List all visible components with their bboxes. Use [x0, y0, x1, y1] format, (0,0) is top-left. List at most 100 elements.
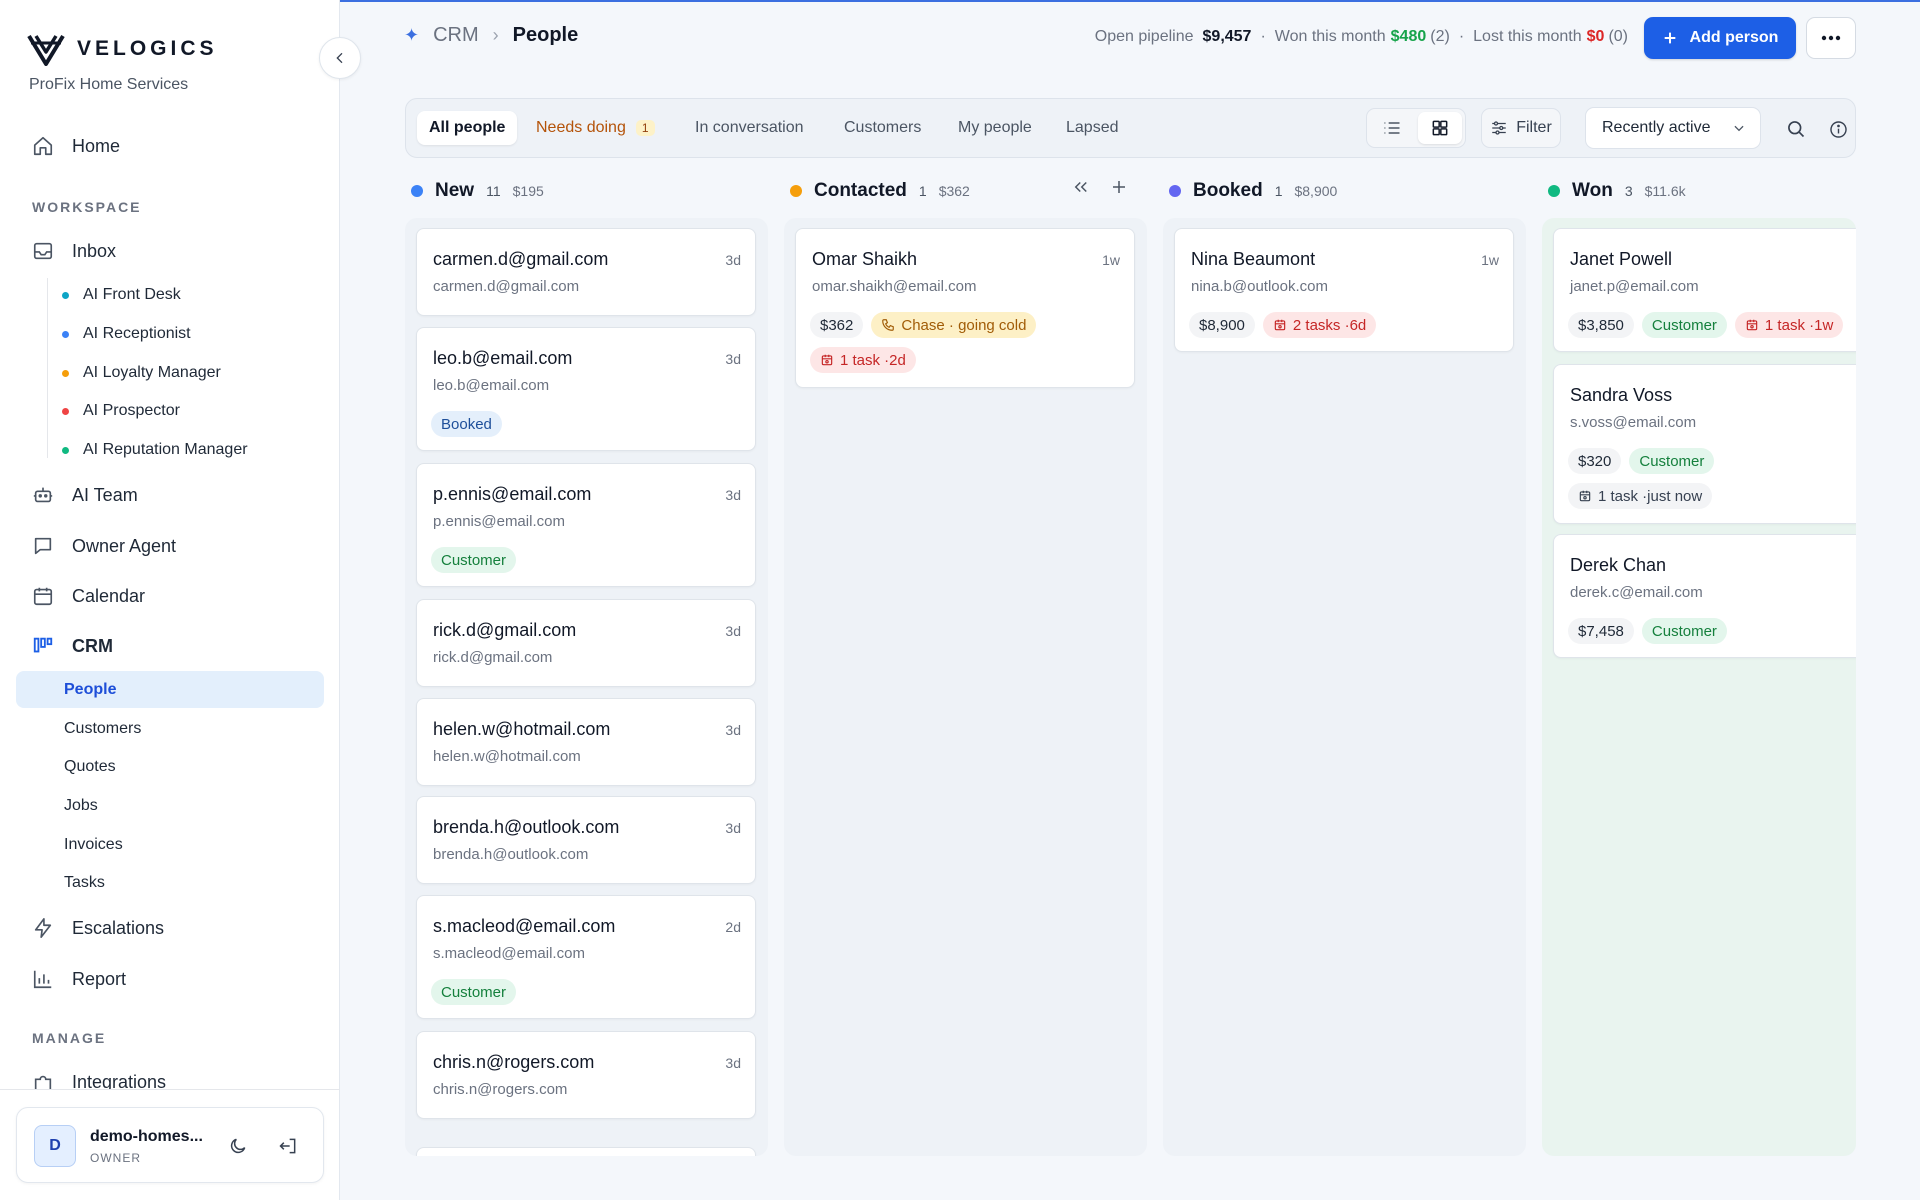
person-card[interactable]: v.tremblay@gmail.com3d: [416, 1147, 756, 1156]
collapse-sidebar-button[interactable]: [319, 37, 361, 79]
nav-crm-invoices[interactable]: Invoices: [64, 833, 123, 857]
tab-in-conversation[interactable]: In conversation: [683, 111, 816, 145]
sidebar-divider: [0, 1089, 340, 1090]
nav-agent-prospector[interactable]: AI Prospector: [62, 399, 180, 423]
person-card[interactable]: chris.n@rogers.com chris.n@rogers.com 3d: [416, 1031, 756, 1119]
person-card[interactable]: p.ennis@email.com p.ennis@email.com 3d Cust…: [416, 463, 756, 587]
person-card[interactable]: leo.b@email.com leo.b@email.com 3d Booked: [416, 327, 756, 451]
nav-owner-agent[interactable]: Owner Agent: [32, 529, 176, 563]
nav-crm-customers[interactable]: Customers: [64, 717, 141, 741]
last-activity-age: 3d: [725, 623, 741, 639]
logout-button[interactable]: [274, 1132, 302, 1160]
view-toggle: [1366, 108, 1466, 148]
info-button[interactable]: [1825, 116, 1851, 142]
collapse-column-button[interactable]: [1072, 178, 1090, 196]
tab-lapsed[interactable]: Lapsed: [1054, 111, 1131, 145]
user-role: OWNER: [90, 1151, 141, 1165]
sort-value: Recently active: [1602, 119, 1711, 136]
won-label: Won this month: [1274, 28, 1386, 45]
velogics-logo-icon: [27, 34, 65, 66]
nav-integrations-label: Integrations: [72, 1072, 167, 1089]
nav-crm-tasks[interactable]: Tasks: [64, 871, 105, 895]
chat-bubble-icon: [34, 537, 52, 555]
separator-dot: ·: [1458, 28, 1465, 45]
tab-customers[interactable]: Customers: [832, 111, 933, 145]
column-amount: $8,900: [1294, 183, 1338, 199]
user-card[interactable]: D demo-homes... OWNER: [16, 1107, 324, 1183]
person-card[interactable]: brenda.h@outlook.com brenda.h@outlook.com…: [416, 796, 756, 884]
nav-agent-label: AI Front Desk: [83, 286, 181, 303]
tab-all-people[interactable]: All people: [417, 111, 518, 145]
person-card[interactable]: helen.w@hotmail.com helen.w@hotmail.com 3d: [416, 698, 756, 786]
person-card[interactable]: Omar Shaikh omar.shaikh@email.com 1w $362 Ch…: [795, 228, 1135, 388]
nav-calendar[interactable]: Calendar: [32, 579, 145, 613]
chip-label: $7,458: [1578, 622, 1624, 640]
nav-report[interactable]: Report: [32, 962, 126, 996]
add-person-label: Add person: [1689, 29, 1779, 46]
tab-my-people[interactable]: My people: [946, 111, 1044, 145]
filter-button[interactable]: Filter: [1481, 108, 1561, 148]
person-email: s.macleod@email.com: [433, 945, 585, 962]
chase-badge: Chase · going cold: [871, 312, 1037, 338]
person-card[interactable]: carmen.d@gmail.com carmen.d@gmail.com 3d: [416, 228, 756, 316]
list-view-button[interactable]: [1370, 112, 1414, 144]
sort-select[interactable]: Recently active: [1585, 107, 1761, 149]
add-person-button[interactable]: Add person: [1644, 17, 1796, 59]
won-value: $480: [1390, 28, 1427, 45]
lost-label: Lost this month: [1473, 28, 1582, 45]
last-activity-age: 3d: [725, 820, 741, 836]
breadcrumb-crm[interactable]: CRM: [433, 24, 479, 47]
nav-crm[interactable]: CRM: [32, 629, 113, 663]
nav-crm-jobs[interactable]: Jobs: [64, 794, 98, 818]
person-card[interactable]: s.macleod@email.com s.macleod@email.com 2d…: [416, 895, 756, 1019]
column-new: carmen.d@gmail.com carmen.d@gmail.com 3d le…: [405, 218, 768, 1156]
chevron-down-icon: [1734, 125, 1744, 132]
person-card[interactable]: Nina Beaumont nina.b@outlook.com 1w $8,900 2…: [1174, 228, 1514, 352]
nav-home[interactable]: Home: [32, 129, 120, 163]
add-card-button[interactable]: [1110, 178, 1128, 196]
nav-crm-label: CRM: [72, 635, 113, 656]
search-button[interactable]: [1783, 116, 1809, 142]
nav-agent-reputation-manager[interactable]: AI Reputation Manager: [62, 438, 248, 462]
nav-crm-quotes[interactable]: Quotes: [64, 755, 116, 779]
manage-section-label: MANAGE: [32, 1030, 107, 1046]
nav-agent-loyalty-manager[interactable]: AI Loyalty Manager: [62, 361, 221, 385]
workspace-section-label: WORKSPACE: [32, 199, 142, 215]
calendar-task-icon: [1578, 489, 1592, 503]
count-badge: 1: [635, 120, 655, 136]
nav-ai-team[interactable]: AI Team: [32, 478, 138, 512]
chevron-left-icon: [336, 52, 343, 64]
tab-needs-doing[interactable]: Needs doing 1: [524, 111, 667, 145]
nav-agent-front-desk[interactable]: AI Front Desk: [62, 283, 181, 307]
chip-label: Booked: [441, 415, 492, 433]
status-badge: Customer: [431, 547, 517, 573]
person-card[interactable]: Sandra Voss s.voss@email.com $320 Customer 1…: [1553, 364, 1856, 524]
task-badge: 1 task ·1w: [1734, 312, 1844, 338]
amount-chip: $320: [1568, 448, 1622, 474]
nav-integrations[interactable]: Integrations: [32, 1066, 166, 1089]
nav-inbox[interactable]: Inbox: [32, 234, 116, 268]
nav-escalations[interactable]: Escalations: [32, 911, 164, 945]
amount-chip: $3,850: [1568, 312, 1634, 338]
person-card[interactable]: Janet Powell janet.p@email.com $3,850 Custo…: [1553, 228, 1856, 352]
brand-logo[interactable]: VELOGICS: [27, 32, 218, 66]
nav-agent-receptionist[interactable]: AI Receptionist: [62, 322, 191, 346]
home-icon: [33, 136, 53, 156]
moon-icon: [230, 1138, 246, 1154]
calendar-task-icon: [820, 353, 834, 367]
calendar-task-icon: [1273, 318, 1287, 332]
stage-dot: [790, 185, 802, 197]
nav-crm-people[interactable]: People: [16, 671, 324, 708]
card-chips: 1 task ·just now: [1568, 483, 1713, 509]
status-dot: [62, 291, 69, 299]
chip-label: Customer: [441, 551, 507, 569]
logout-icon: [279, 1138, 296, 1154]
person-card[interactable]: Derek Chan derek.c@email.com $7,458 Custome…: [1553, 534, 1856, 658]
column-count: 1: [1274, 183, 1283, 199]
more-options-button[interactable]: [1806, 17, 1856, 59]
card-chips: Customer: [431, 979, 517, 1005]
board-view-button[interactable]: [1418, 112, 1462, 144]
theme-toggle-button[interactable]: [224, 1132, 252, 1160]
person-card[interactable]: rick.d@gmail.com rick.d@gmail.com 3d: [416, 599, 756, 687]
puzzle-icon: [34, 1075, 52, 1089]
